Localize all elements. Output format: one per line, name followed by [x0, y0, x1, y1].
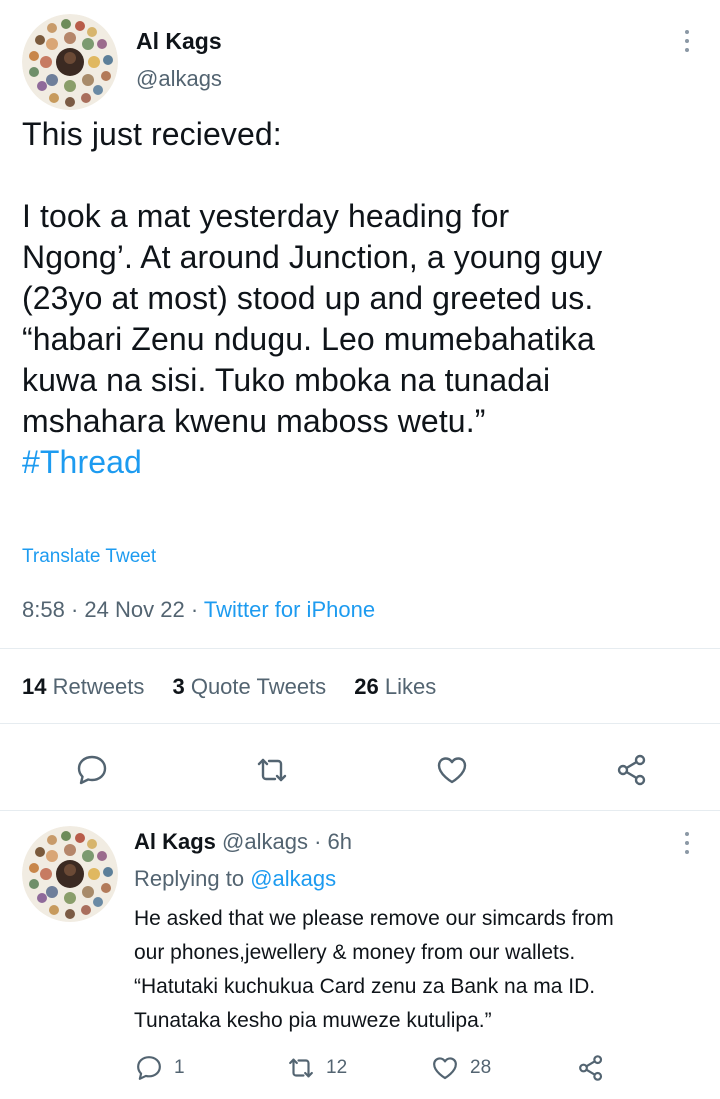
- reply-icon: [137, 1056, 161, 1080]
- replying-to: Replying to @alkags: [134, 866, 336, 892]
- likes-stat[interactable]: 26 Likes: [354, 674, 436, 699]
- replying-to-mention[interactable]: @alkags: [250, 866, 336, 891]
- reply-author-handle[interactable]: @alkags: [222, 829, 308, 854]
- reply-author-avatar[interactable]: [22, 826, 118, 922]
- quotes-count: 3: [172, 674, 185, 699]
- hashtag-link[interactable]: #Thread: [22, 442, 712, 483]
- retweets-stat[interactable]: 14 Retweets: [22, 674, 144, 699]
- tweet-stats: 14 Retweets 3 Quote Tweets 26 Likes: [22, 674, 458, 700]
- like-icon[interactable]: [434, 752, 470, 788]
- tweet-source-link[interactable]: Twitter for iPhone: [204, 597, 375, 622]
- reply-age: · 6h: [314, 829, 353, 854]
- meta-separator: ·: [190, 597, 199, 622]
- reply-text: He asked that we please remove our simca…: [134, 902, 714, 1038]
- likes-count: 26: [354, 674, 379, 699]
- tweet-line: This just recieved:: [22, 116, 282, 152]
- reply-retweet-button[interactable]: 12: [286, 1052, 347, 1084]
- author-handle[interactable]: @alkags: [136, 66, 222, 92]
- reply-retweet-count: 12: [326, 1057, 348, 1078]
- tweet-line: kuwa na sisi. Tuko mboka na tunadai: [22, 362, 551, 398]
- quotes-label: Quote Tweets: [190, 674, 327, 699]
- like-icon: [433, 1057, 457, 1080]
- reply-line: He asked that we please remove our simca…: [134, 907, 614, 930]
- tweet-line: mshahara kwenu maboss wetu.”: [22, 403, 486, 439]
- reply-like-count: 28: [470, 1057, 492, 1078]
- author-avatar[interactable]: [22, 14, 118, 110]
- reply-like-button[interactable]: 28: [430, 1052, 491, 1084]
- tweet-time: 8:58: [22, 597, 65, 622]
- reply-reply-button[interactable]: 1: [134, 1052, 185, 1084]
- author-name[interactable]: Al Kags: [136, 28, 222, 55]
- tweet-line: “habari Zenu ndugu. Leo mumebahatika: [22, 321, 595, 357]
- retweets-label: Retweets: [52, 674, 145, 699]
- more-icon[interactable]: [684, 30, 690, 56]
- share-icon: [579, 1055, 603, 1081]
- likes-label: Likes: [384, 674, 437, 699]
- divider: [0, 723, 720, 724]
- reply-line: Tunataka kesho pia muweze kutulipa.”: [134, 1009, 492, 1032]
- divider: [0, 648, 720, 649]
- tweet-date: 24 Nov 22: [84, 597, 185, 622]
- tweet-line: Ngong’. At around Junction, a young guy: [22, 239, 603, 275]
- reply-count: 1: [174, 1057, 185, 1078]
- quote-tweets-stat[interactable]: 3 Quote Tweets: [172, 674, 326, 699]
- tweet-line: I took a mat yesterday heading for: [22, 198, 510, 234]
- reply-header: Al Kags @alkags · 6h: [134, 829, 352, 855]
- replying-to-prefix: Replying to: [134, 866, 245, 891]
- more-icon[interactable]: [684, 832, 690, 858]
- tweet-text: This just recieved: I took a mat yesterd…: [22, 114, 712, 483]
- retweet-icon[interactable]: [254, 752, 290, 788]
- divider: [0, 810, 720, 811]
- share-icon[interactable]: [614, 752, 650, 788]
- tweet-meta: 8:58 · 24 Nov 22 · Twitter for iPhone: [22, 597, 375, 623]
- translate-tweet-link[interactable]: Translate Tweet: [22, 546, 156, 568]
- reply-share-button[interactable]: [576, 1052, 616, 1084]
- reply-line: “Hatutaki kuchukua Card zenu za Bank na …: [134, 975, 596, 998]
- reply-line: our phones,jewellery & money from our wa…: [134, 941, 576, 964]
- tweet-line: (23yo at most) stood up and greeted us.: [22, 280, 594, 316]
- reply-icon[interactable]: [74, 752, 110, 788]
- reply-author-name[interactable]: Al Kags: [134, 829, 216, 854]
- retweets-count: 14: [22, 674, 47, 699]
- meta-separator: ·: [70, 597, 79, 622]
- retweet-icon: [289, 1058, 313, 1078]
